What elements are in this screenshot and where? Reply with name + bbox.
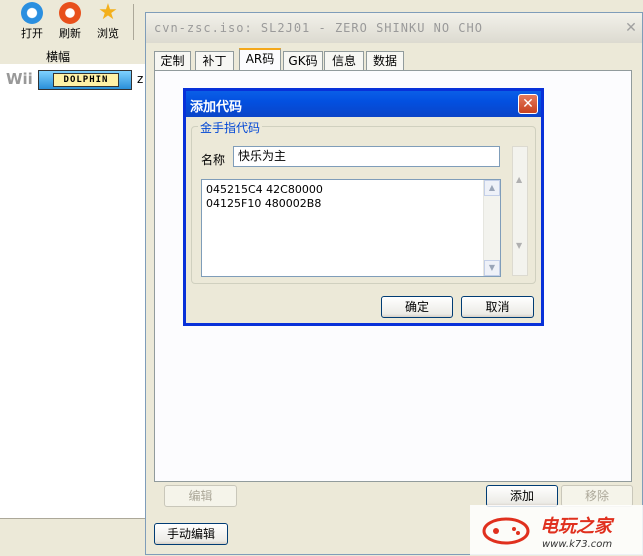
wii-platform-label: Wii [6, 70, 33, 88]
watermark-url: www.k73.com [542, 539, 613, 550]
manual-edit-button[interactable]: 手动编辑 [154, 523, 228, 545]
tab-custom[interactable]: 定制 [154, 51, 191, 70]
scroll-up-icon[interactable]: ▲ [484, 180, 500, 196]
dialog-title-bar[interactable]: 添加代码 ✕ [186, 91, 541, 117]
code-textarea[interactable]: 045215C4 42C80000 04125F10 480002B8 ▲ ▼ [201, 179, 501, 277]
close-icon[interactable]: ✕ [622, 19, 640, 37]
code-text: 045215C4 42C80000 04125F10 480002B8 [206, 183, 323, 210]
banner-column-header[interactable]: 横幅 [46, 48, 70, 65]
properties-title-bar[interactable]: cvn-zsc.iso: SL2J01 - ZERO SHINKU NO CHO… [146, 13, 642, 43]
code-group-label: 金手指代码 [198, 119, 263, 136]
banner-text: DOLPHIN [53, 73, 119, 87]
add-code-dialog: 添加代码 ✕ 金手指代码 名称 快乐为主 045215C4 42C80000 0… [183, 88, 544, 326]
game-list-cell: z [137, 72, 144, 86]
scroll-up-icon[interactable]: ▲ [516, 175, 522, 184]
edit-button[interactable]: 编辑 [164, 485, 237, 507]
game-list[interactable] [0, 64, 148, 518]
properties-title: cvn-zsc.iso: SL2J01 - ZERO SHINKU NO CHO [154, 21, 483, 35]
game-banner[interactable]: DOLPHIN [38, 70, 132, 90]
watermark-title: 电玩之家 [540, 516, 612, 537]
game-list-header[interactable]: 横幅 [0, 46, 150, 65]
open-icon [21, 2, 43, 24]
close-icon[interactable]: ✕ [518, 94, 538, 114]
group-scrollbar[interactable]: ▲ ▼ [512, 146, 528, 276]
refresh-icon [59, 2, 81, 24]
tab-ar-codes[interactable]: AR码 [239, 48, 281, 71]
add-button[interactable]: 添加 [486, 485, 558, 507]
browse-label: 浏览 [97, 27, 119, 40]
gamepad-logo-icon [482, 517, 530, 545]
name-input[interactable]: 快乐为主 [233, 146, 500, 167]
tab-gecko-codes[interactable]: GK码 [283, 51, 323, 70]
remove-button[interactable]: 移除 [561, 485, 633, 507]
ok-button[interactable]: 确定 [381, 296, 453, 318]
tab-patch[interactable]: 补丁 [195, 51, 234, 70]
browse-button[interactable]: ★ 浏览 [86, 0, 130, 44]
star-icon: ★ [98, 0, 118, 25]
name-label: 名称 [201, 153, 226, 167]
main-status-bar [0, 518, 150, 556]
tab-data[interactable]: 数据 [366, 51, 404, 70]
scroll-down-icon[interactable]: ▼ [516, 241, 522, 250]
dialog-title: 添加代码 [190, 100, 243, 115]
tab-info[interactable]: 信息 [324, 51, 364, 70]
code-scrollbar[interactable]: ▲ ▼ [483, 180, 500, 276]
toolbar-separator [133, 4, 134, 40]
cancel-button[interactable]: 取消 [461, 296, 534, 318]
watermark: 电玩之家 www.k73.com [470, 505, 643, 555]
scroll-down-icon[interactable]: ▼ [484, 260, 500, 276]
